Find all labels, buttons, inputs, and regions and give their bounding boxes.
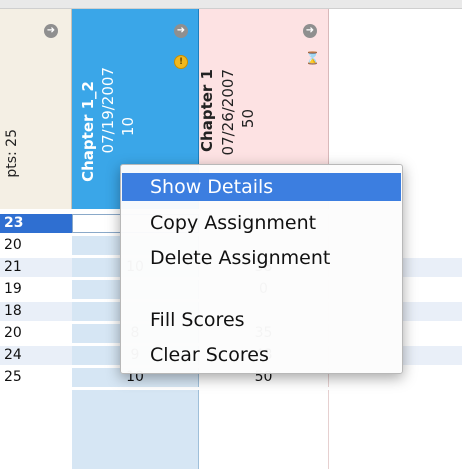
arrow-right-circle-icon[interactable]: ➜ xyxy=(174,24,188,38)
points-cell[interactable]: 19 xyxy=(0,280,72,299)
assignment-name: Chapter 1 xyxy=(199,69,216,152)
menu-item-delete-assignment[interactable]: Delete Assignment xyxy=(122,244,401,272)
points-cell[interactable]: 20 xyxy=(0,324,72,343)
menu-item-copy-assignment[interactable]: Copy Assignment xyxy=(122,209,401,237)
grid-empty-area xyxy=(0,390,462,469)
points-cell[interactable]: 21 xyxy=(0,258,72,277)
points-cell[interactable]: 20 xyxy=(0,236,72,255)
arrow-right-circle-icon[interactable]: ➜ xyxy=(303,24,317,38)
hourglass-icon: ⌛ xyxy=(305,51,320,65)
assignment-name: Chapter 1_2 xyxy=(79,81,97,182)
column-header-points[interactable]: ➜ pts: 25 xyxy=(0,9,72,209)
assignment-points: 10 xyxy=(119,117,137,137)
context-menu[interactable]: Show Details Copy Assignment Delete Assi… xyxy=(120,164,403,374)
selected-column-fill xyxy=(72,390,199,469)
menu-item-clear-scores[interactable]: Clear Scores xyxy=(122,341,401,369)
arrow-right-circle-icon[interactable]: ➜ xyxy=(44,24,58,38)
assignment-points: 50 xyxy=(239,109,257,129)
points-cell[interactable]: 23 xyxy=(0,214,72,233)
menu-item-show-details[interactable]: Show Details xyxy=(122,173,401,201)
points-cell[interactable]: 18 xyxy=(0,302,72,321)
points-cell[interactable]: 24 xyxy=(0,346,72,365)
menu-separator xyxy=(129,280,395,281)
menu-item-fill-scores[interactable]: Fill Scores xyxy=(122,306,401,334)
points-cell[interactable]: 25 xyxy=(0,368,72,387)
column-fill xyxy=(199,390,329,469)
points-header-label: pts: 25 xyxy=(4,129,20,178)
assignment-date: 07/19/2007 xyxy=(99,67,117,154)
assignment-date: 07/26/2007 xyxy=(219,69,237,156)
window-top-bar xyxy=(0,0,462,9)
warning-icon: ! xyxy=(174,55,188,69)
